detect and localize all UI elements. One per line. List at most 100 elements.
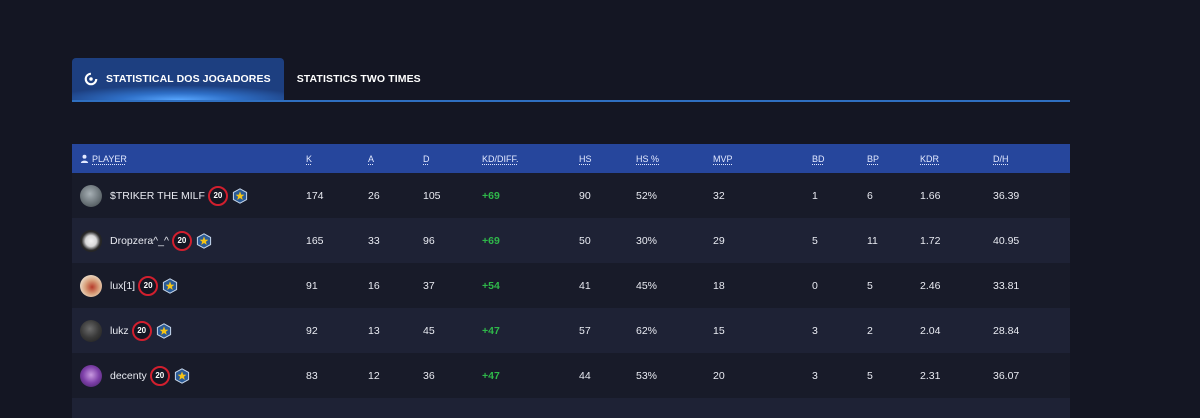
header-dh[interactable]: D/H <box>993 154 1053 164</box>
table-header: PLAYER K A D KD/DIFF. HS HS % MVP BD BP … <box>72 144 1070 173</box>
header-kdr[interactable]: KDR <box>920 154 993 164</box>
player-stats-table: PLAYER K A D KD/DIFF. HS HS % MVP BD BP … <box>72 144 1070 418</box>
kdr: 1.72 <box>920 234 941 247</box>
assists: 12 <box>368 369 380 382</box>
player-name[interactable]: $TRIKER THE MILF <box>110 190 205 202</box>
dh: 28.84 <box>993 324 1020 337</box>
deaths: 96 <box>423 234 435 247</box>
bd: 3 <box>812 324 818 337</box>
bd: 3 <box>812 369 818 382</box>
headshot-percent: 45% <box>636 279 658 292</box>
headshots: 90 <box>579 189 591 202</box>
dh: 36.39 <box>993 189 1020 202</box>
player-name[interactable]: Dropzera^_^ <box>110 235 169 247</box>
header-hs-percent[interactable]: HS % <box>636 154 713 164</box>
bp: 5 <box>867 279 873 292</box>
kdr: 2.31 <box>920 369 941 382</box>
level-badge-icon: 20 <box>171 230 192 251</box>
dh: 36.07 <box>993 369 1020 382</box>
header-bp[interactable]: BP <box>867 154 920 164</box>
header-k[interactable]: K <box>306 154 368 164</box>
assists: 26 <box>368 189 380 202</box>
stats-panel: STATISTICAL DOS JOGADORES STATISTICS TWO… <box>72 58 1070 418</box>
star-badge-icon <box>156 322 171 339</box>
kills: 91 <box>306 279 318 292</box>
table-row: Dropzera^_^ 20 165 33 96 +69 50 30% 29 5… <box>72 218 1070 263</box>
headshots: 50 <box>579 234 591 247</box>
headshot-percent: 30% <box>636 234 658 247</box>
assists: 13 <box>368 324 380 337</box>
bp: 6 <box>867 189 873 202</box>
deaths: 36 <box>423 369 435 382</box>
bd: 1 <box>812 189 818 202</box>
kills: 165 <box>306 234 324 247</box>
tab-label: STATISTICAL DOS JOGADORES <box>106 73 271 85</box>
header-a[interactable]: A <box>368 154 423 164</box>
tab-team-stats[interactable]: STATISTICS TWO TIMES <box>284 58 434 100</box>
player-name[interactable]: lux[1] <box>110 280 135 292</box>
deaths: 45 <box>423 324 435 337</box>
refresh-icon <box>84 72 98 86</box>
mvp: 32 <box>713 189 725 202</box>
table-row: lux[1] 20 91 16 37 +54 41 45% 18 0 5 2.4… <box>72 263 1070 308</box>
kd-diff: +69 <box>482 189 500 202</box>
bp: 2 <box>867 324 873 337</box>
deaths: 37 <box>423 279 435 292</box>
player-name[interactable]: lukz <box>110 325 129 337</box>
level-badge-icon: 20 <box>138 275 159 296</box>
star-badge-icon <box>174 367 189 384</box>
tab-bar: STATISTICAL DOS JOGADORES STATISTICS TWO… <box>72 58 1070 102</box>
person-icon <box>80 154 89 163</box>
kills: 92 <box>306 324 318 337</box>
mvp: 29 <box>713 234 725 247</box>
headshot-percent: 52% <box>636 189 658 202</box>
player-cell: decenty 20 <box>72 364 306 387</box>
table-row: lukz 20 92 13 45 +47 57 62% 15 3 2 2.04 … <box>72 308 1070 353</box>
avatar[interactable] <box>80 184 102 207</box>
star-badge-icon <box>163 277 178 294</box>
headshots: 41 <box>579 279 591 292</box>
player-cell: Dropzera^_^ 20 <box>72 229 306 252</box>
bp: 11 <box>867 234 878 247</box>
table-row-partial <box>72 398 1070 418</box>
headshot-percent: 53% <box>636 369 658 382</box>
avatar[interactable] <box>80 229 102 252</box>
kd-diff: +54 <box>482 279 500 292</box>
tab-player-stats[interactable]: STATISTICAL DOS JOGADORES <box>72 58 284 100</box>
bd: 0 <box>812 279 818 292</box>
headshots: 44 <box>579 369 591 382</box>
table-row: $TRIKER THE MILF 20 174 26 105 +69 90 52… <box>72 173 1070 218</box>
kdr: 2.46 <box>920 279 941 292</box>
assists: 16 <box>368 279 380 292</box>
header-mvp[interactable]: MVP <box>713 154 812 164</box>
kills: 174 <box>306 189 324 202</box>
kills: 83 <box>306 369 318 382</box>
avatar[interactable] <box>80 364 102 387</box>
level-badge-icon: 20 <box>207 185 228 206</box>
kdr: 1.66 <box>920 189 941 202</box>
table-row: decenty 20 83 12 36 +47 44 53% 20 3 5 2.… <box>72 353 1070 398</box>
mvp: 15 <box>713 324 725 337</box>
headshots: 57 <box>579 324 591 337</box>
player-cell: lux[1] 20 <box>72 274 306 297</box>
dh: 40.95 <box>993 234 1020 247</box>
header-player[interactable]: PLAYER <box>72 154 306 164</box>
avatar[interactable] <box>80 274 102 297</box>
headshot-percent: 62% <box>636 324 658 337</box>
level-badge-icon: 20 <box>149 365 170 386</box>
header-label: PLAYER <box>92 153 127 164</box>
player-cell: $TRIKER THE MILF 20 <box>72 184 306 207</box>
star-badge-icon <box>232 187 248 204</box>
kd-diff: +47 <box>482 369 500 382</box>
header-d[interactable]: D <box>423 154 482 164</box>
header-hs[interactable]: HS <box>579 154 636 164</box>
header-kd-diff[interactable]: KD/DIFF. <box>482 154 579 164</box>
player-name[interactable]: decenty <box>110 370 147 382</box>
header-bd[interactable]: BD <box>812 154 867 164</box>
avatar[interactable] <box>80 319 102 342</box>
tab-label: STATISTICS TWO TIMES <box>296 73 421 85</box>
assists: 33 <box>368 234 380 247</box>
kdr: 2.04 <box>920 324 941 337</box>
dh: 33.81 <box>993 279 1020 292</box>
star-badge-icon <box>196 232 211 249</box>
